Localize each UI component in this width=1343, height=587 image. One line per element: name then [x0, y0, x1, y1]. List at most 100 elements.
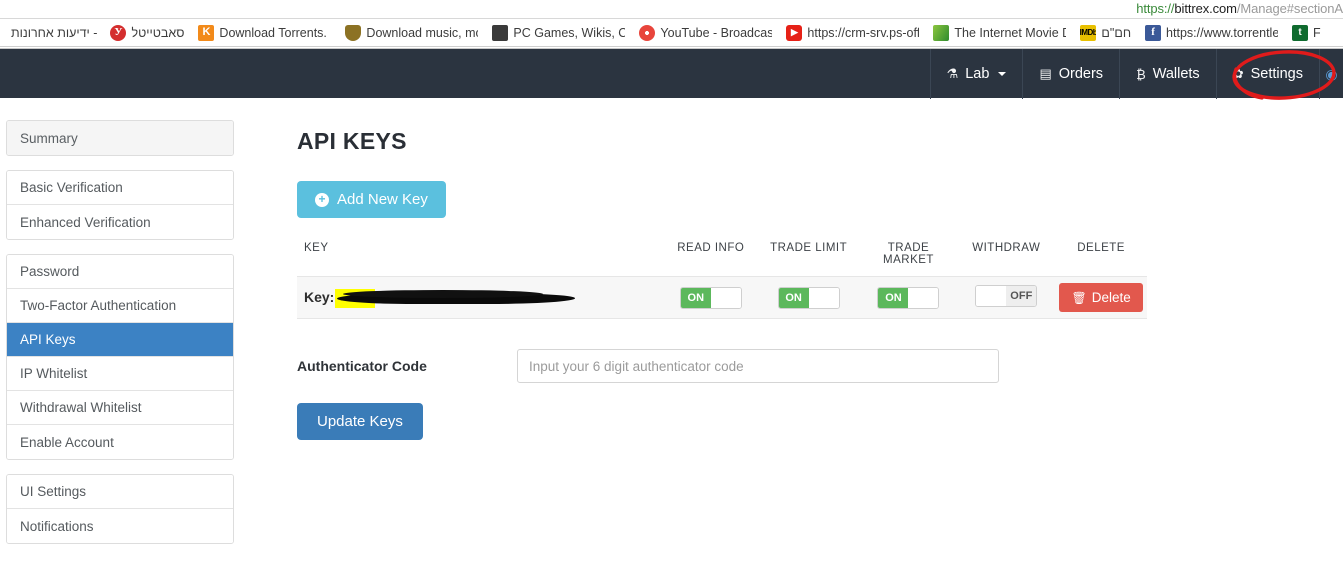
bookmark-item[interactable]: ▶ https://crm-srv.ps-off — [779, 20, 926, 46]
sidebar-item-withdrawal-whitelist[interactable]: Withdrawal Whitelist — [7, 391, 233, 425]
sidebar-item-label: IP Whitelist — [20, 366, 88, 381]
api-keys-table-body: Key: ON ON ON OFF 🗑 Delete — [297, 276, 1147, 319]
col-header-read-info: READ INFO — [677, 242, 745, 254]
nav-item-settings[interactable]: ✿ Settings — [1215, 49, 1319, 99]
bookmark-item[interactable]: K Download Torrents. F — [191, 20, 338, 46]
browser-chrome: https://bittrex.com/Manage#sectionA ידיע… — [0, 0, 1343, 47]
bookmark-item[interactable]: PC Games, Wikis, Che — [485, 20, 632, 46]
bookmark-label: Download Torrents. F — [219, 25, 332, 40]
toggle-trade-market[interactable]: ON — [877, 286, 940, 309]
table-header-row: KEY READ INFO TRADE LIMIT TRADE MARKET W… — [297, 236, 1147, 277]
toggle-read-info[interactable]: ON — [679, 286, 742, 309]
cell-toggle-read-info: ON — [663, 276, 758, 319]
bookmark-item[interactable]: f https://www.torrentle — [1138, 20, 1285, 46]
bookmark-item[interactable]: Download music, mo — [338, 20, 485, 46]
nav-item-label: Settings — [1250, 66, 1303, 82]
nav-item-partial[interactable]: ◉ — [1319, 49, 1343, 99]
sidebar-item-basic-verification[interactable]: Basic Verification — [7, 171, 233, 205]
sidebar-item-summary[interactable]: Summary — [7, 121, 233, 155]
table-row: Key: ON ON ON OFF 🗑 Delete — [297, 276, 1147, 319]
bookmark-label: F — [1313, 25, 1321, 40]
youtube-icon: ▶ — [786, 24, 803, 41]
sidebar-group: Password Two-Factor Authentication API Key… — [6, 254, 234, 460]
sidebar-item-two-factor-authentication[interactable]: Two-Factor Authentication — [7, 289, 233, 323]
sidebar-group: UI Settings Notifications — [6, 474, 234, 544]
col-header-withdraw: WITHDRAW — [972, 242, 1041, 254]
sidebar-item-label: API Keys — [20, 332, 76, 347]
bookmark-item[interactable]: YouTube - Broadcast — [632, 20, 779, 46]
nav-item-label: Orders — [1058, 66, 1104, 82]
nav-item-lab[interactable]: ⚗ Lab — [929, 49, 1023, 99]
bookmark-item[interactable]: IMDb חם"ם — [1073, 20, 1138, 46]
bookmark-item[interactable]: ידיעות אחרונות - — [0, 20, 103, 46]
update-keys-button[interactable]: Update Keys — [297, 403, 423, 440]
cell-toggle-trade-market: ON — [859, 276, 958, 319]
cell-toggle-trade-limit: ON — [757, 276, 860, 319]
cell-delete: 🗑 Delete — [1055, 276, 1147, 319]
nav-item-label: Lab — [965, 66, 990, 82]
sidebar-item-enable-account[interactable]: Enable Account — [7, 425, 233, 459]
col-header-delete: DELETE — [1077, 242, 1125, 254]
col-header-trade-market-line2: MARKET — [883, 254, 934, 266]
bookmark-item[interactable]: The Internet Movie D — [926, 20, 1073, 46]
bookmark-bar[interactable]: ידיעות אחרונות - У סאבטייטל K Download Torre… — [0, 18, 1343, 47]
calendar-icon: ▤ — [1039, 66, 1052, 81]
bookmark-item[interactable]: У סאבטייטל — [103, 20, 191, 46]
authenticator-code-label: Authenticator Code — [297, 358, 427, 374]
sidebar-item-label: Withdrawal Whitelist — [20, 400, 142, 415]
sidebar-item-enhanced-verification[interactable]: Enhanced Verification — [7, 205, 233, 239]
console-icon — [492, 24, 509, 41]
bookmark-item[interactable]: tF — [1285, 20, 1328, 46]
bookmark-label: https://crm-srv.ps-off — [807, 25, 920, 40]
add-new-key-label: Add New Key — [337, 191, 428, 208]
toggle-knob — [908, 287, 939, 308]
chrome-icon — [639, 24, 656, 41]
url-host: bittrex.com — [1174, 1, 1237, 16]
url-path: /Manage#sectionA — [1236, 1, 1343, 16]
api-keys-table: KEY READ INFO TRADE LIMIT TRADE MARKET W… — [297, 236, 1147, 319]
col-header-trade-market: TRADE MARKET — [860, 236, 958, 277]
cell-key: Key: — [297, 276, 664, 319]
sidebar-item-label: Summary — [20, 130, 78, 146]
nav-item-orders[interactable]: ▤ Orders — [1022, 49, 1119, 99]
url-scheme: https:// — [1136, 1, 1175, 16]
sidebar-group: Basic Verification Enhanced Verification — [6, 170, 234, 240]
bookmark-label: חם"ם — [1101, 25, 1132, 40]
status-url-text: https://bittrex.com/Manage#sectionA — [1136, 0, 1343, 18]
bookmark-label: Download music, mo — [366, 25, 479, 40]
sidebar-item-label: Notifications — [20, 518, 94, 534]
sidebar-item-label: Enable Account — [20, 434, 114, 450]
sidebar-item-ip-whitelist[interactable]: IP Whitelist — [7, 357, 233, 391]
toggle-knob — [976, 285, 1007, 306]
app-navbar: ⚗ Lab ▤ Orders ₿ Wallets ✿ Settings ◉ — [0, 48, 1343, 99]
sidebar-item-ui-settings[interactable]: UI Settings — [7, 475, 233, 509]
bookmark-label: PC Games, Wikis, Che — [513, 25, 625, 40]
toggle-knob — [808, 287, 839, 308]
toggle-trade-limit[interactable]: ON — [777, 286, 840, 309]
toggle-knob — [710, 287, 741, 308]
chart-icon — [933, 24, 950, 41]
col-header-trade-limit: TRADE LIMIT — [770, 242, 848, 254]
toggle-on-label: ON — [680, 287, 711, 308]
col-header-trade-market-line1: TRADE — [887, 242, 930, 254]
authenticator-row: Authenticator Code — [297, 349, 1307, 383]
flask-icon: ⚗ — [946, 66, 959, 81]
delete-button[interactable]: 🗑 Delete — [1059, 283, 1143, 312]
toggle-on-label: ON — [778, 287, 809, 308]
sidebar-item-api-keys[interactable]: API Keys — [7, 323, 233, 357]
key-value-redacted — [335, 288, 576, 308]
key-label: Key: — [304, 289, 335, 306]
toggle-withdraw[interactable]: OFF — [975, 284, 1038, 307]
sidebar-item-notifications[interactable]: Notifications — [7, 509, 233, 543]
nav-item-wallets[interactable]: ₿ Wallets — [1119, 49, 1216, 99]
sidebar-item-label: Enhanced Verification — [20, 214, 151, 230]
add-new-key-button[interactable]: + Add New Key — [297, 181, 446, 218]
main-content: API KEYS + Add New Key KEY READ INFO TRA… — [297, 128, 1307, 440]
bookmark-label: The Internet Movie D — [954, 25, 1067, 40]
authenticator-code-input[interactable] — [517, 349, 999, 383]
sidebar-item-password[interactable]: Password — [7, 255, 233, 289]
sidebar-item-label: Two-Factor Authentication — [20, 298, 177, 313]
yandex-icon: У — [110, 24, 127, 41]
bookmark-label: ידיעות אחרונות - — [11, 25, 98, 40]
settings-sidebar: Summary Basic Verification Enhanced Verifi… — [6, 120, 234, 558]
